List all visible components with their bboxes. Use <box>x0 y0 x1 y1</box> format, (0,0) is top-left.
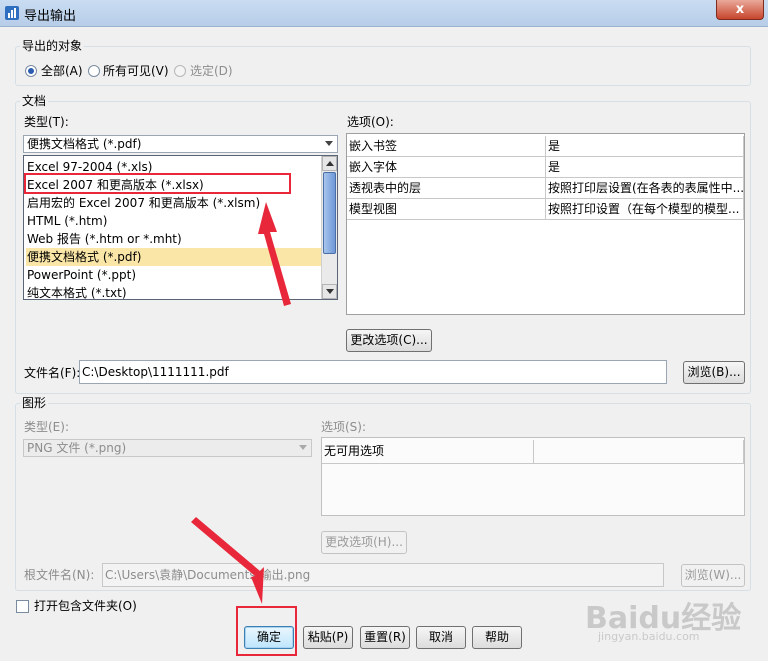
doc-type-value: 便携文档格式 (*.pdf) <box>27 137 142 151</box>
chevron-down-icon <box>325 141 333 146</box>
radio-all[interactable] <box>25 65 37 77</box>
list-item[interactable]: HTML (*.htm) <box>26 212 323 230</box>
doc-change-options-button[interactable]: 更改选项(C)... <box>346 329 432 352</box>
radio-selected-label: 选定(D) <box>190 64 233 78</box>
option-name[interactable]: 模型视图 <box>347 199 546 220</box>
help-button[interactable]: 帮助 <box>472 626 522 649</box>
doc-options-label: 选项(O): <box>347 115 394 129</box>
graphics-options-grid: 无可用选项 <box>321 437 745 516</box>
root-filename-input: C:\Users\袁静\Documents\输出.png <box>102 563 664 587</box>
graphics-browse-button: 浏览(W)... <box>681 564 745 587</box>
graphics-legend: 图形 <box>20 396 49 410</box>
list-item[interactable]: PowerPoint (*.ppt) <box>26 266 323 284</box>
graphics-type-select: PNG 文件 (*.png) <box>23 439 312 457</box>
list-item[interactable]: 启用宏的 Excel 2007 和更高版本 (*.xlsm) <box>26 194 323 212</box>
filename-input[interactable]: C:\Desktop\1111111.pdf <box>79 360 667 384</box>
highlight-box-ok <box>236 606 297 656</box>
filename-label: 文件名(F): <box>24 366 81 380</box>
radio-all-visible-label[interactable]: 所有可见(V) <box>103 63 169 79</box>
document-legend: 文档 <box>20 94 49 108</box>
option-name[interactable]: 嵌入字体 <box>347 157 546 178</box>
scroll-thumb[interactable] <box>323 172 336 254</box>
close-icon: x <box>735 2 745 17</box>
option-name: 无可用选项 <box>322 440 534 464</box>
title-bar: 导出输出 x <box>0 0 768 27</box>
scroll-up-button[interactable] <box>322 156 337 171</box>
option-value[interactable]: 按照打印层设置(在各表的表属性中... <box>546 178 744 199</box>
arrow-up-icon <box>326 161 334 166</box>
radio-all-label[interactable]: 全部(A) <box>41 63 83 79</box>
app-icon <box>5 6 19 20</box>
option-value[interactable]: 是 <box>546 157 744 178</box>
list-item[interactable]: Web 报告 (*.htm or *.mht) <box>26 230 323 248</box>
doc-type-label: 类型(T): <box>24 115 69 129</box>
open-folder-checkbox[interactable] <box>16 600 29 613</box>
window-title: 导出输出 <box>24 9 77 24</box>
radio-all-visible[interactable] <box>88 65 100 77</box>
root-filename-label: 根文件名(N): <box>24 568 95 582</box>
arrow-down-icon <box>326 289 334 294</box>
list-item-selected[interactable]: 便携文档格式 (*.pdf) <box>26 248 323 266</box>
watermark-url: jingyan.baidu.com <box>598 630 700 643</box>
option-name[interactable]: 透视表中的层 <box>347 178 546 199</box>
scroll-down-button[interactable] <box>322 284 337 299</box>
cancel-button[interactable]: 取消 <box>416 626 466 649</box>
highlight-box-xlsx <box>24 173 291 194</box>
graphics-options-label: 选项(S): <box>321 420 367 434</box>
graphics-type-value: PNG 文件 (*.png) <box>27 441 127 455</box>
doc-browse-button[interactable]: 浏览(B)... <box>683 361 745 384</box>
radio-selected <box>174 65 186 77</box>
doc-options-grid[interactable]: 嵌入书签 是 嵌入字体 是 透视表中的层 按照打印层设置(在各表的表属性中...… <box>346 133 745 315</box>
list-item[interactable]: 纯文本格式 (*.txt) <box>26 284 323 299</box>
list-scrollbar[interactable] <box>321 156 337 299</box>
doc-type-select[interactable]: 便携文档格式 (*.pdf) <box>23 135 338 153</box>
option-value[interactable]: 是 <box>546 136 744 157</box>
reset-button[interactable]: 重置(R) <box>360 626 410 649</box>
option-value <box>534 440 744 464</box>
option-value[interactable]: 按照打印设置（在每个模型的模型... <box>546 199 744 220</box>
graphics-change-options-button: 更改选项(H)... <box>321 531 407 554</box>
graphics-type-label: 类型(E): <box>24 420 69 434</box>
close-button[interactable]: x <box>716 0 764 20</box>
chevron-down-icon <box>299 445 307 450</box>
paste-button[interactable]: 粘贴(P) <box>303 626 353 649</box>
open-folder-label[interactable]: 打开包含文件夹(O) <box>34 598 137 614</box>
export-object-legend: 导出的对象 <box>20 39 85 53</box>
option-name[interactable]: 嵌入书签 <box>347 136 546 157</box>
